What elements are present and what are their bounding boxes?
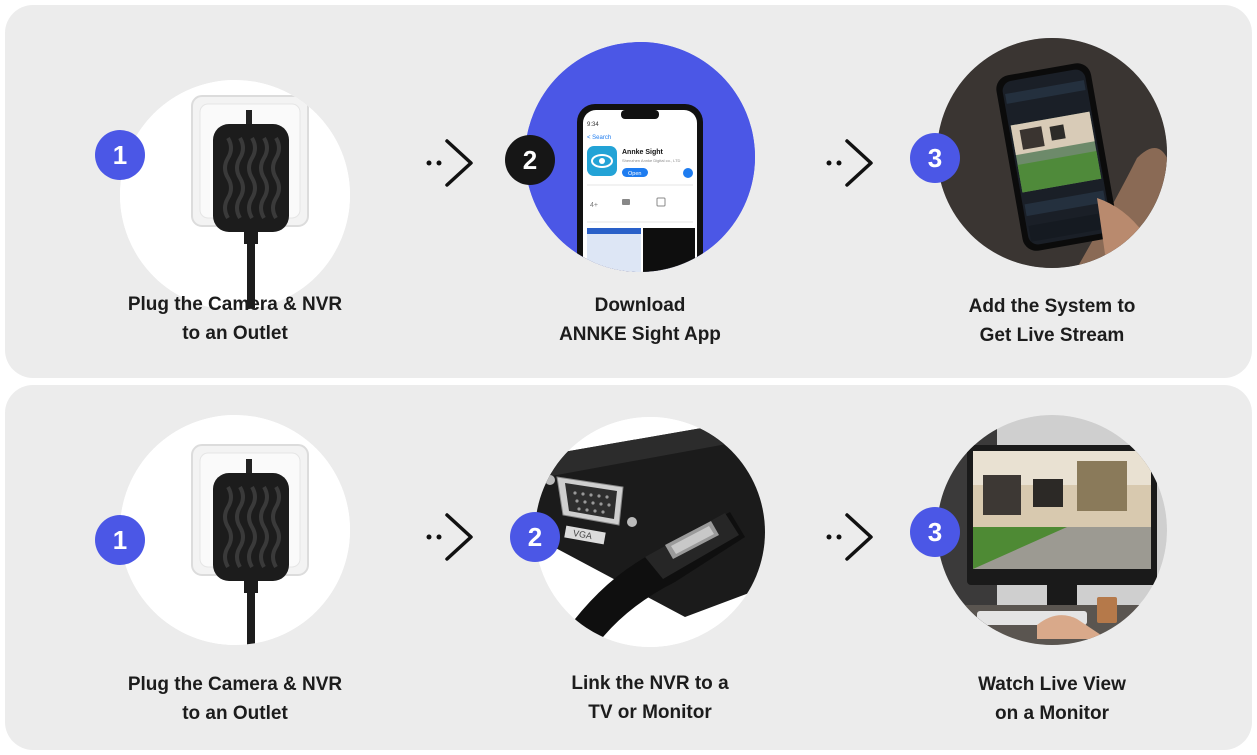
caption-line-2: Get Live Stream — [979, 325, 1125, 346]
caption-line-1: Download — [594, 295, 686, 316]
svg-text:9:34: 9:34 — [587, 122, 599, 128]
step-watch-monitor: 3 Watch Live View on a Monitor — [910, 415, 1182, 745]
svg-text:Open: Open — [628, 171, 641, 177]
step-caption: Link the NVR to a TV or Monitor — [500, 669, 800, 727]
step-caption: Watch Live View on a Monitor — [902, 670, 1202, 728]
arrow-right-icon — [426, 513, 473, 561]
svg-text:Shenzhen Annke Digital co., LT: Shenzhen Annke Digital co., LTD — [622, 158, 681, 163]
caption-line-2: to an Outlet — [182, 323, 288, 344]
power-adapter-image — [120, 415, 350, 645]
step-download-app: 9:34 < Search Annke Sight Shenzhen Annke… — [505, 35, 770, 375]
caption-line-2: ANNKE Sight App — [559, 324, 721, 345]
step-number-badge: 3 — [910, 133, 960, 183]
app-setup-panel: 1 Plug the Camera & NVR to an Outlet 9:3… — [5, 5, 1252, 378]
app-store-phone-image: 9:34 < Search Annke Sight Shenzhen Annke… — [525, 42, 755, 272]
step-plug-outlet: 1 Plug the Camera & NVR to an Outlet — [95, 80, 365, 370]
arrow-right-icon — [826, 139, 873, 187]
step-caption: Add the System to Get Live Stream — [902, 292, 1202, 350]
step-caption: Plug the Camera & NVR to an Outlet — [85, 670, 385, 728]
arrow-right-icon — [826, 513, 873, 561]
caption-line-1: Plug the Camera & NVR — [127, 294, 343, 315]
caption-line-2: to an Outlet — [182, 703, 288, 724]
power-adapter-image — [120, 80, 350, 310]
caption-line-1: Watch Live View — [978, 674, 1126, 695]
step-number-badge: 2 — [510, 512, 560, 562]
caption-line-2: TV or Monitor — [588, 702, 712, 723]
svg-text:Annke Sight: Annke Sight — [622, 149, 664, 156]
caption-line-1: Add the System to — [968, 296, 1136, 317]
step-plug-outlet: 1 Plug the Camera & NVR to an Outlet — [95, 415, 365, 735]
step-link-monitor: VGA 2 Link the NVR to a TV or Monitor — [510, 417, 780, 737]
step-caption: Plug the Camera & NVR to an Outlet — [85, 290, 385, 348]
svg-text:< Search: < Search — [587, 135, 611, 141]
phone-live-stream-image — [937, 38, 1167, 268]
arrow-right-icon — [426, 139, 473, 187]
svg-text:4+: 4+ — [590, 202, 598, 209]
vga-hdmi-ports-image: VGA — [535, 417, 765, 647]
monitor-live-view-image — [937, 415, 1167, 645]
caption-line-1: Link the NVR to a — [571, 673, 729, 694]
caption-line-2: on a Monitor — [995, 703, 1109, 724]
step-number-badge: 1 — [95, 130, 145, 180]
caption-line-1: Plug the Camera & NVR — [127, 674, 343, 695]
step-add-system: 3 Add the System to Get Live Stream — [910, 38, 1182, 378]
step-number-badge: 3 — [910, 507, 960, 557]
step-number-badge: 2 — [505, 135, 555, 185]
step-number-badge: 1 — [95, 515, 145, 565]
step-caption: Download ANNKE Sight App — [490, 291, 790, 349]
monitor-setup-panel: 1 Plug the Camera & NVR to an Outlet VGA… — [5, 385, 1252, 750]
